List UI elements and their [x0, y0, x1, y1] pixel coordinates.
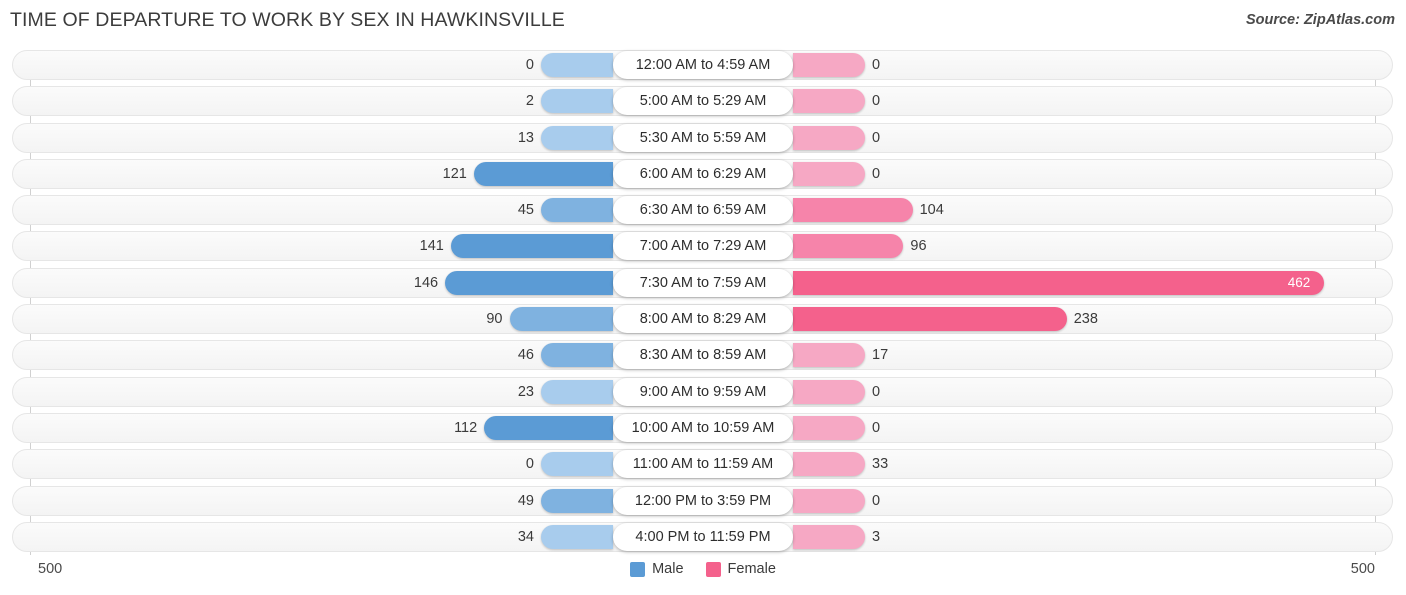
- bar-female[interactable]: [793, 379, 865, 404]
- bar-male[interactable]: [473, 161, 613, 186]
- table-row: 2 0 5:00 AM to 5:29 AM: [0, 86, 1406, 117]
- bar-female[interactable]: [793, 89, 865, 114]
- category-label: 11:00 AM to 11:59 AM: [613, 450, 793, 479]
- category-label: 5:30 AM to 5:59 AM: [613, 123, 793, 152]
- category-label: 9:00 AM to 9:59 AM: [613, 377, 793, 406]
- value-label-male: 46: [517, 347, 534, 364]
- value-label-male: 23: [517, 383, 534, 400]
- bar-male[interactable]: [445, 270, 613, 295]
- bar-female[interactable]: [793, 488, 865, 513]
- bar-female[interactable]: [793, 452, 865, 477]
- chart-footer: 500 500 Male Female: [0, 551, 1406, 595]
- value-label-male: 112: [454, 419, 478, 436]
- bar-female[interactable]: [793, 53, 865, 77]
- category-label: 5:00 AM to 5:29 AM: [613, 87, 793, 116]
- category-label: 7:30 AM to 7:59 AM: [613, 268, 793, 297]
- value-label-female: 33: [872, 456, 889, 473]
- value-label-male: 2: [525, 93, 534, 110]
- value-label-male: 34: [517, 528, 534, 545]
- value-label-male: 121: [442, 165, 467, 182]
- value-label-female: 462: [1287, 274, 1311, 290]
- category-label: 8:00 AM to 8:29 AM: [613, 305, 793, 334]
- legend-item-female[interactable]: Female: [705, 561, 776, 577]
- table-row: 141 96 7:00 AM to 7:29 AM: [0, 231, 1406, 262]
- category-label: 6:30 AM to 6:59 AM: [613, 196, 793, 225]
- legend-item-male[interactable]: Male: [630, 561, 684, 577]
- legend-swatch-icon: [630, 561, 646, 577]
- table-row: 49 0 12:00 PM to 3:59 PM: [0, 485, 1406, 516]
- bar-male[interactable]: [541, 89, 613, 114]
- chart-plot-area: 0 0 12:00 AM to 4:59 AM 2 0 5:00 AM to 5:29 A…: [0, 44, 1406, 555]
- table-row: 23 0 9:00 AM to 9:59 AM: [0, 376, 1406, 407]
- category-label: 10:00 AM to 10:59 AM: [613, 413, 793, 442]
- value-label-female: 0: [872, 129, 881, 146]
- chart-rows: 0 0 12:00 AM to 4:59 AM 2 0 5:00 AM to 5:29 A…: [0, 50, 1406, 558]
- bar-male[interactable]: [541, 524, 613, 549]
- value-label-male: 141: [419, 238, 444, 255]
- bar-female[interactable]: [793, 198, 913, 223]
- category-label: 8:30 AM to 8:59 AM: [613, 341, 793, 370]
- value-label-female: 96: [910, 238, 927, 255]
- value-label-female: 0: [872, 165, 881, 182]
- value-label-male: 90: [486, 311, 503, 328]
- value-label-female: 238: [1073, 311, 1098, 328]
- value-label-female: 0: [872, 383, 881, 400]
- table-row: 146 462 7:30 AM to 7:59 AM: [0, 267, 1406, 298]
- table-row: 13 0 5:30 AM to 5:59 AM: [0, 122, 1406, 153]
- value-label-male: 13: [517, 129, 534, 146]
- value-label-female: 3: [872, 528, 881, 545]
- bar-male[interactable]: [541, 488, 613, 513]
- value-label-male: 45: [517, 202, 534, 219]
- table-row: 90 238 8:00 AM to 8:29 AM: [0, 304, 1406, 335]
- table-row: 45 104 6:30 AM to 6:59 AM: [0, 195, 1406, 226]
- value-label-female: 104: [919, 202, 944, 219]
- bar-female[interactable]: [793, 234, 904, 259]
- bar-male[interactable]: [450, 234, 613, 259]
- legend-label: Male: [652, 561, 684, 577]
- table-row: 46 17 8:30 AM to 8:59 AM: [0, 340, 1406, 371]
- category-label: 6:00 AM to 6:29 AM: [613, 159, 793, 188]
- bar-male[interactable]: [541, 379, 613, 404]
- value-label-male: 49: [517, 492, 534, 509]
- bar-female[interactable]: [793, 415, 865, 440]
- value-label-male: 0: [525, 57, 534, 73]
- category-label: 4:00 PM to 11:59 PM: [613, 522, 793, 551]
- legend-swatch-icon: [705, 561, 721, 577]
- bar-male[interactable]: [541, 53, 613, 77]
- bar-female[interactable]: [793, 125, 865, 150]
- source-attribution: Source: ZipAtlas.com: [1245, 12, 1395, 28]
- bar-female[interactable]: [793, 524, 865, 549]
- category-label: 7:00 AM to 7:29 AM: [613, 232, 793, 261]
- table-row: 112 0 10:00 AM to 10:59 AM: [0, 412, 1406, 443]
- bar-male[interactable]: [541, 125, 613, 150]
- bar-male[interactable]: [509, 307, 613, 332]
- page-title: TIME OF DEPARTURE TO WORK BY SEX IN HAWK…: [10, 9, 565, 31]
- category-label: 12:00 AM to 4:59 AM: [613, 51, 793, 79]
- bar-male[interactable]: [541, 452, 613, 477]
- bar-male[interactable]: [541, 343, 613, 368]
- bar-female[interactable]: [793, 307, 1067, 332]
- value-label-female: 0: [872, 419, 881, 436]
- bar-female[interactable]: [793, 343, 865, 368]
- category-label: 12:00 PM to 3:59 PM: [613, 486, 793, 515]
- table-row: 34 3 4:00 PM to 11:59 PM: [0, 521, 1406, 552]
- table-row: 0 0 12:00 AM to 4:59 AM: [0, 50, 1406, 80]
- table-row: 121 0 6:00 AM to 6:29 AM: [0, 158, 1406, 189]
- value-label-female: 17: [872, 347, 889, 364]
- bar-male[interactable]: [541, 198, 613, 223]
- legend-label: Female: [727, 561, 776, 577]
- value-label-female: 0: [872, 57, 881, 73]
- chart-header: TIME OF DEPARTURE TO WORK BY SEX IN HAWK…: [0, 0, 1406, 44]
- bar-female[interactable]: [793, 161, 865, 186]
- value-label-female: 0: [872, 93, 881, 110]
- value-label-female: 0: [872, 492, 881, 509]
- bar-male[interactable]: [484, 415, 613, 440]
- value-label-male: 146: [413, 274, 439, 291]
- chart-legend: Male Female: [0, 561, 1406, 577]
- value-label-male: 0: [525, 456, 534, 473]
- table-row: 0 33 11:00 AM to 11:59 AM: [0, 449, 1406, 480]
